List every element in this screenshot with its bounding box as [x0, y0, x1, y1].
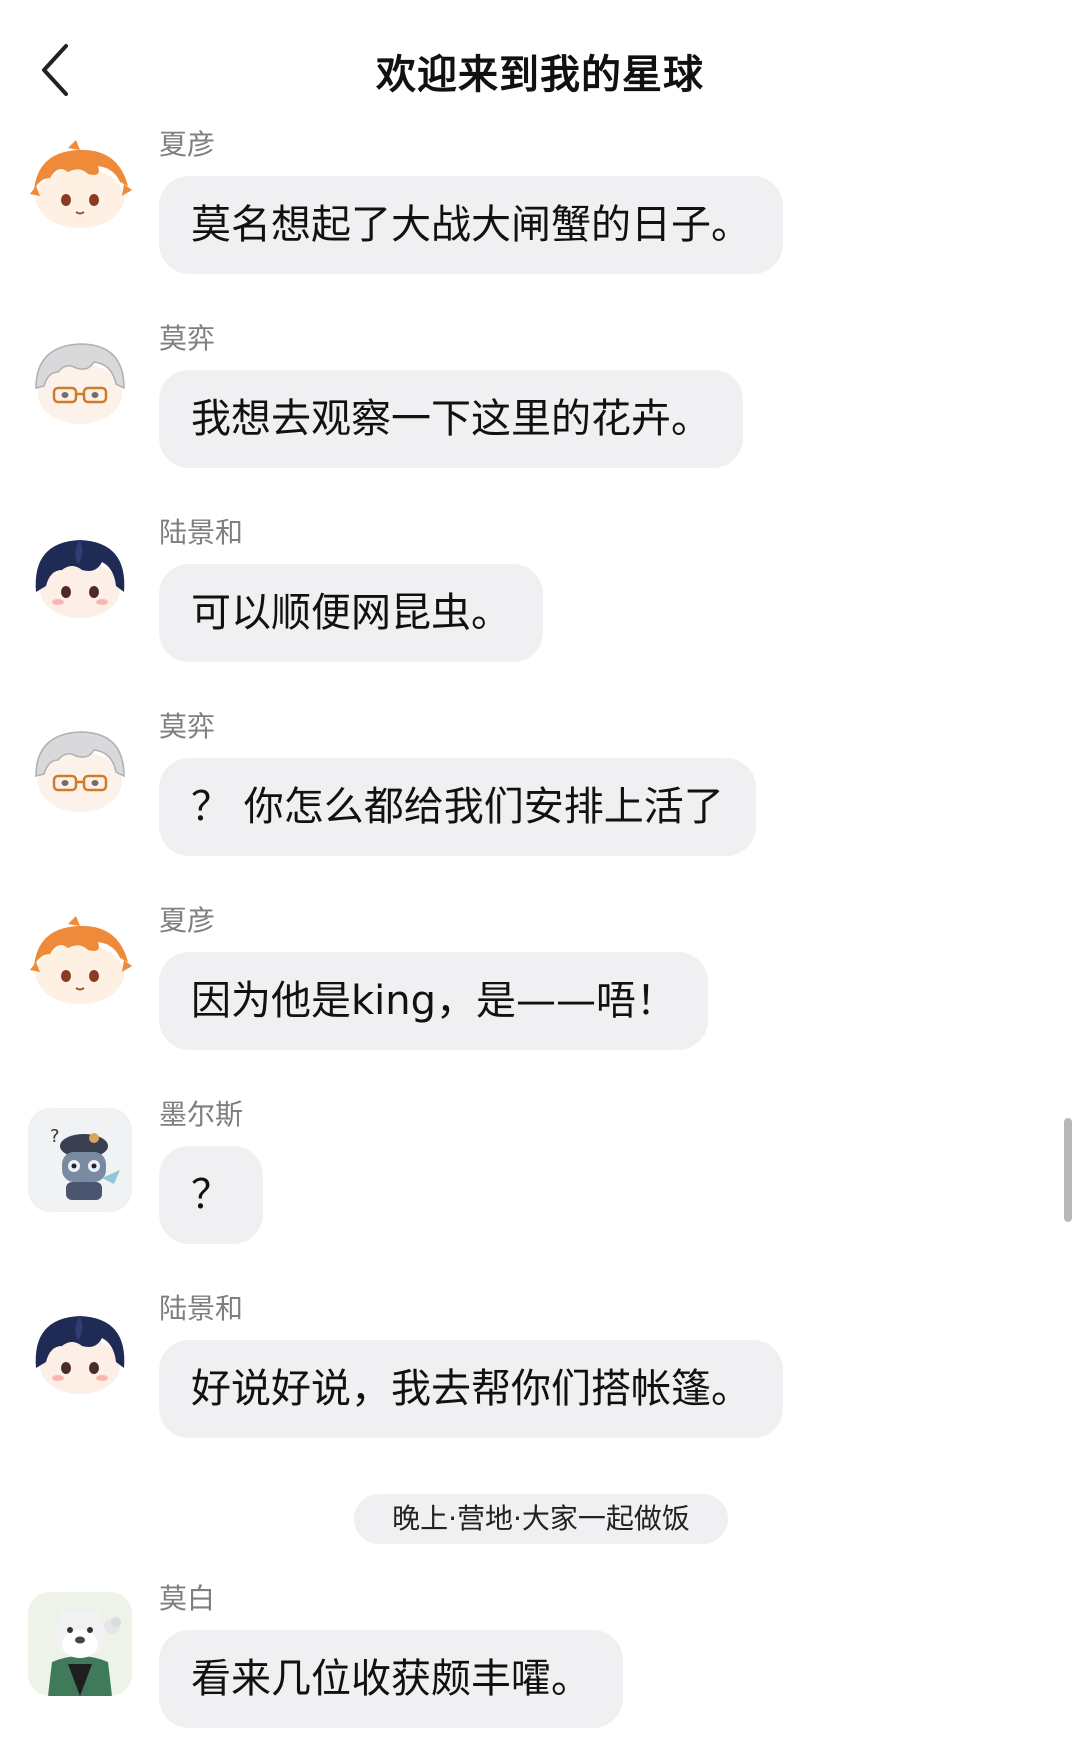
avatar[interactable]: [28, 1302, 132, 1406]
navy-hair-avatar-icon: [35, 540, 125, 618]
scene-divider: 晚上·营地·大家一起做饭: [354, 1494, 728, 1544]
avatar[interactable]: [28, 914, 132, 1018]
message-bubble[interactable]: 看来几位收获颇丰嚯。: [159, 1630, 623, 1728]
chat-feed: 夏彦 莫名想起了大战大闸蟹的日子。 莫弈 我想去观察一下这里的花卉。 陆景和 可…: [0, 0, 1080, 1762]
sender-name: 莫弈: [159, 710, 216, 743]
sender-name: 莫白: [159, 1582, 216, 1615]
silver-hair-glasses-avatar-icon: [35, 343, 125, 424]
white-beast-avatar-icon: [28, 1592, 132, 1696]
sender-name: 夏彦: [159, 904, 216, 937]
avatar[interactable]: [28, 138, 132, 242]
silver-hair-glasses-avatar-icon: [35, 731, 125, 812]
avatar[interactable]: [28, 720, 132, 824]
sender-name: 墨尔斯: [159, 1098, 244, 1131]
message-bubble[interactable]: 好说好说，我去帮你们搭帐篷。: [159, 1340, 783, 1438]
avatar[interactable]: [28, 332, 132, 436]
message-bubble[interactable]: 可以顺便网昆虫。: [159, 564, 543, 662]
robot-question-avatar-icon: ?: [50, 1126, 120, 1200]
scrollbar[interactable]: [1064, 1118, 1072, 1222]
navy-hair-avatar-icon: [35, 1316, 125, 1394]
sender-name: 陆景和: [159, 516, 244, 549]
orange-hair-avatar-icon: [30, 140, 132, 228]
avatar[interactable]: ?: [28, 1108, 132, 1212]
avatar[interactable]: [28, 526, 132, 630]
message-bubble[interactable]: ？: [159, 1146, 263, 1244]
message-bubble[interactable]: 莫名想起了大战大闸蟹的日子。: [159, 176, 783, 274]
message-bubble[interactable]: 我想去观察一下这里的花卉。: [159, 370, 743, 468]
message-bubble[interactable]: ？ 你怎么都给我们安排上活了: [159, 758, 756, 856]
sender-name: 莫弈: [159, 322, 216, 355]
message-bubble[interactable]: 因为他是king，是——唔！: [159, 952, 709, 1050]
svg-text:?: ?: [50, 1126, 60, 1147]
orange-hair-avatar-icon: [30, 916, 132, 1004]
avatar[interactable]: [28, 1592, 132, 1696]
sender-name: 夏彦: [159, 128, 216, 161]
sender-name: 陆景和: [159, 1292, 244, 1325]
